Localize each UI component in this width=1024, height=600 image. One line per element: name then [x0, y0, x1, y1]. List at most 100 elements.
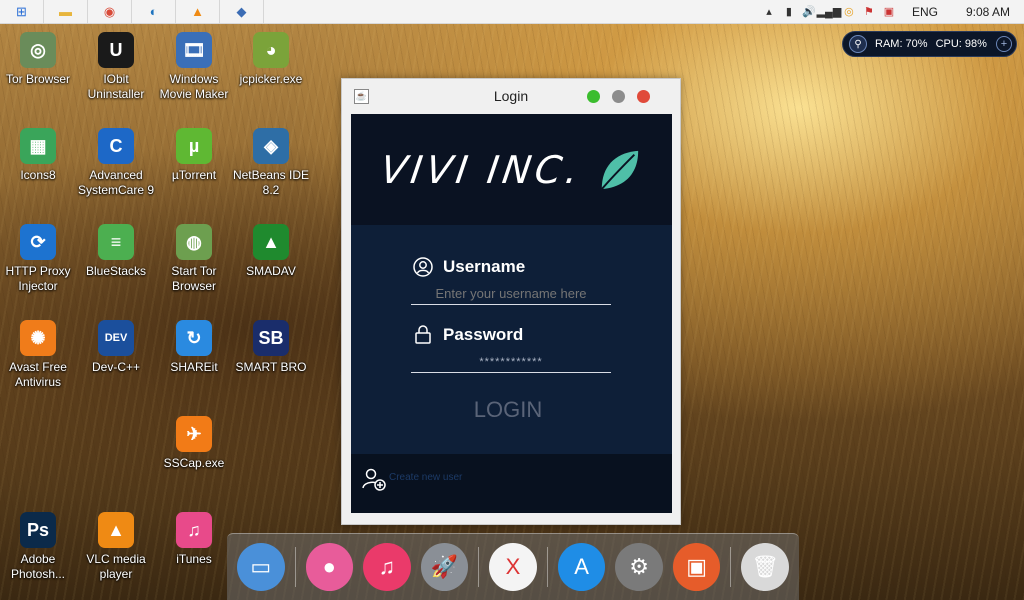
dashboard-icon[interactable]: ▣	[672, 543, 721, 591]
desktop-icon-label: iTunes	[176, 552, 212, 566]
ram-usage: RAM: 70%	[875, 38, 928, 50]
desktop-icon-label: Advanced SystemCare 9	[77, 168, 155, 197]
desktop-icon-label: Dev-C++	[91, 360, 141, 374]
taskbar: ⊞ ▬ ◉ ◐ ▲ ◆ ▴ ▮ 🔊 ▂▄▆ ◎ ⚑ ▣ ENG 9:08 AM	[0, 0, 1024, 24]
add-user-icon[interactable]	[361, 466, 387, 492]
imac-icon[interactable]: ▭	[237, 543, 285, 591]
desktop-icon[interactable]: ⟳ HTTP Proxy Injector	[0, 224, 79, 294]
windows-icon[interactable]: ⊞	[0, 0, 44, 24]
desktop-icon[interactable]: 🎞 Windows Movie Maker	[153, 32, 235, 102]
vlc-media-player-icon: ▲	[98, 512, 134, 548]
vlc-icon[interactable]: ▲	[176, 0, 220, 24]
file-explorer-icon[interactable]: ▬	[44, 0, 88, 24]
flag-tray-icon[interactable]: ▣	[882, 5, 896, 19]
password-input[interactable]: ************	[411, 351, 611, 373]
avast-icon: ✺	[20, 320, 56, 356]
netbeans-icon: ◈	[253, 128, 289, 164]
volume-icon[interactable]: 🔊	[802, 5, 816, 19]
virtualbox-icon[interactable]: ◆	[220, 0, 264, 24]
signal-icon[interactable]: ▂▄▆	[817, 5, 842, 19]
desktop-icon[interactable]: SB SMART BRO	[230, 320, 312, 375]
password-label: Password	[413, 325, 523, 345]
desktop-icon-label: Windows Movie Maker	[159, 72, 229, 101]
desktop-icon-label: Tor Browser	[5, 72, 70, 86]
desktop-icon[interactable]: ♫ iTunes	[153, 512, 235, 567]
app-tray-icon[interactable]: ◎	[842, 5, 856, 19]
login-form: Username Password ************ LOGIN	[351, 225, 672, 454]
movie-maker-icon: 🎞	[176, 32, 212, 68]
desktop-icon-label: BlueStacks	[85, 264, 147, 278]
username-input[interactable]	[411, 283, 611, 305]
desktop-icon[interactable]: ◍ Start Tor Browser	[153, 224, 235, 294]
desktop-icon[interactable]: µ µTorrent	[153, 128, 235, 183]
ccleaner-icon[interactable]: ◐	[132, 0, 176, 24]
photoshop-icon: Ps	[20, 512, 56, 548]
resource-monitor[interactable]: ⚲ RAM: 70% CPU: 98% +	[842, 31, 1017, 57]
itunes-icon: ♫	[176, 512, 212, 548]
username-label: Username	[413, 257, 525, 277]
desktop-icon[interactable]: Ps Adobe Photosh...	[0, 512, 79, 582]
desktop-icon[interactable]: DEV Dev-C++	[75, 320, 157, 375]
desktop-icon[interactable]: ▲ SMADAV	[230, 224, 312, 279]
notification-tray-icon[interactable]: ⚑	[862, 5, 876, 19]
game-center-icon[interactable]: ●	[305, 543, 354, 591]
desktop-icon-label: Icons8	[20, 168, 56, 182]
battery-icon[interactable]: ▮	[782, 5, 796, 19]
minimize-button[interactable]	[612, 90, 625, 103]
clock[interactable]: 9:08 AM	[966, 5, 1010, 19]
username-label-text: Username	[443, 257, 526, 276]
language-indicator[interactable]: ENG	[912, 5, 938, 19]
http-proxy-injector-icon: ⟳	[20, 224, 56, 260]
desktop-icon-label: SMART BRO	[235, 360, 307, 374]
desktop-icon-label: SMADAV	[246, 264, 296, 278]
desktop-icon-label: VLC media player	[86, 552, 146, 581]
desktop-icon[interactable]: ≡ BlueStacks	[75, 224, 157, 279]
maximize-button[interactable]	[587, 90, 600, 103]
desktop-icon-label: NetBeans IDE 8.2	[232, 168, 310, 197]
icons8-icon: ▦	[20, 128, 56, 164]
desktop-icon[interactable]: C Advanced SystemCare 9	[75, 128, 157, 198]
desktop-icon[interactable]: ✺ Avast Free Antivirus	[0, 320, 79, 390]
login-button[interactable]: LOGIN	[451, 395, 565, 425]
desktop-icon[interactable]: ◎ Tor Browser	[0, 32, 79, 87]
jcpicker-icon: ◕	[253, 32, 289, 68]
dock-separator	[730, 547, 732, 587]
desktop-icon-label: Avast Free Antivirus	[9, 360, 67, 389]
desktop-icon[interactable]: ▲ VLC media player	[75, 512, 157, 582]
advanced-systemcare-icon: C	[98, 128, 134, 164]
dock-separator	[546, 547, 548, 587]
close-button[interactable]	[637, 90, 650, 103]
system-preferences-icon[interactable]: ⚙	[615, 543, 663, 591]
trash-icon[interactable]: 🗑	[741, 543, 789, 591]
login-panel: VIVI INC. Username Password ************	[351, 114, 672, 513]
desktop-icon[interactable]: ◈ NetBeans IDE 8.2	[230, 128, 312, 198]
shareit-icon: ↻	[176, 320, 212, 356]
plus-icon[interactable]: +	[996, 36, 1012, 52]
brand-name: VIVI INC.	[378, 147, 585, 192]
mac-os-x-icon[interactable]: X	[489, 543, 537, 591]
window-title: Login	[493, 88, 529, 104]
lock-icon	[413, 325, 433, 345]
desktop-icon[interactable]: ✈ SSCap.exe	[153, 416, 235, 471]
chevron-up-icon[interactable]: ▴	[762, 5, 776, 19]
bluestacks-icon: ≡	[98, 224, 134, 260]
brand-header: VIVI INC.	[351, 114, 672, 225]
desktop-icon[interactable]: ◕ jcpicker.exe	[230, 32, 312, 87]
window-titlebar[interactable]: ☕ Login	[342, 79, 680, 113]
desktop-icon[interactable]: ↻ SHAREit	[153, 320, 235, 375]
taskbar-apps: ⊞ ▬ ◉ ◐ ▲ ◆	[0, 0, 264, 24]
login-window: ☕ Login VIVI INC. Username Enter your us…	[341, 78, 681, 525]
desktop-icon[interactable]: U IObit Uninstaller	[75, 32, 157, 102]
chrome-icon[interactable]: ◉	[88, 0, 132, 24]
create-user-link[interactable]: Create new user	[389, 472, 462, 483]
devcpp-icon: DEV	[98, 320, 134, 356]
utorrent-icon: µ	[176, 128, 212, 164]
itunes-dock-icon[interactable]: ♫	[363, 543, 411, 591]
app-store-icon[interactable]: A	[557, 543, 606, 591]
cpu-usage: CPU: 98%	[935, 38, 987, 50]
launchpad-icon[interactable]: 🚀	[420, 543, 469, 591]
password-label-text: Password	[443, 325, 524, 344]
desktop-icon-label: jcpicker.exe	[239, 72, 303, 86]
desktop-icon[interactable]: ▦ Icons8	[0, 128, 79, 183]
desktop-icon-label: SHAREit	[170, 360, 218, 374]
